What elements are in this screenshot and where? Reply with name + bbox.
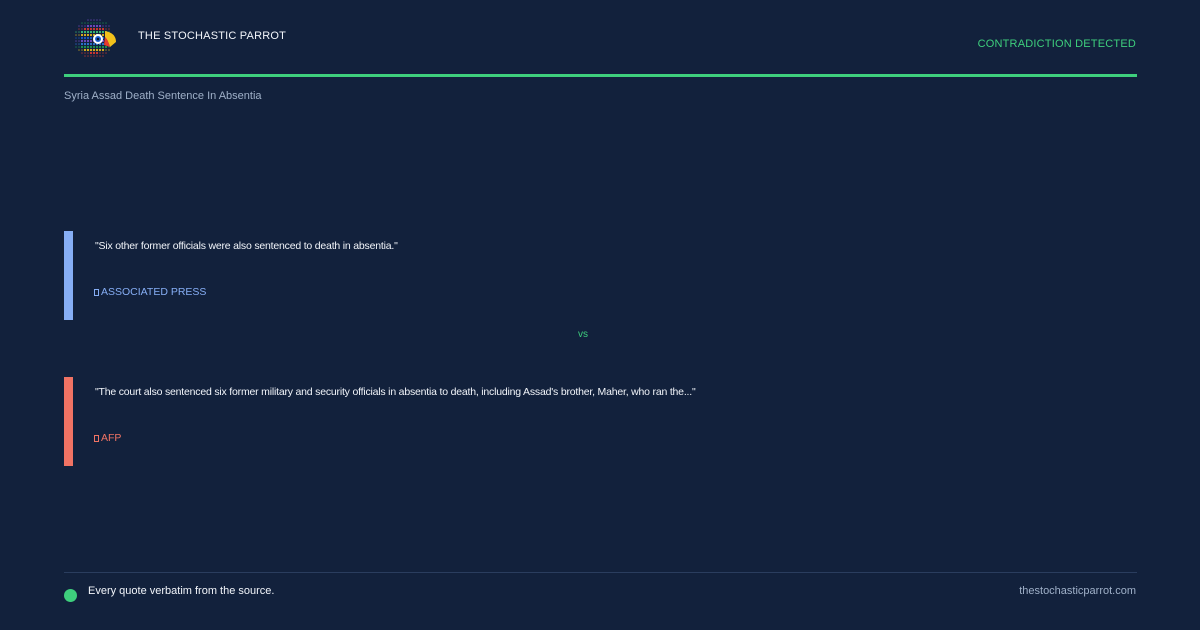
quote-source-label: AFP bbox=[101, 432, 122, 444]
source-icon bbox=[94, 289, 99, 296]
footer-note: Every quote verbatim from the source. bbox=[88, 585, 275, 597]
source-icon bbox=[94, 435, 99, 442]
header-divider bbox=[64, 74, 1137, 77]
footer-divider bbox=[64, 572, 1137, 573]
parrot-logo-icon bbox=[70, 17, 118, 61]
status-dot-icon bbox=[64, 589, 77, 602]
quote-text: "The court also sentenced six former mil… bbox=[95, 386, 696, 398]
quote-source: ASSOCIATED PRESS bbox=[94, 286, 206, 298]
contradiction-status: CONTRADICTION DETECTED bbox=[977, 38, 1136, 50]
brand-name: THE STOCHASTIC PARROT bbox=[138, 30, 287, 42]
story-topic: Syria Assad Death Sentence In Absentia bbox=[64, 90, 262, 102]
footer-site-link[interactable]: thestochasticparrot.com bbox=[1019, 585, 1136, 597]
vs-label: vs bbox=[578, 329, 588, 340]
quote-source-label: ASSOCIATED PRESS bbox=[101, 286, 207, 298]
quote-accent-bar bbox=[64, 231, 73, 320]
quote-accent-bar bbox=[64, 377, 73, 466]
quote-text: "Six other former officials were also se… bbox=[95, 240, 398, 252]
quote-card-associated-press: "Six other former officials were also se… bbox=[64, 231, 864, 320]
quote-source: AFP bbox=[94, 432, 121, 444]
quote-card-afp: "The court also sentenced six former mil… bbox=[64, 377, 864, 466]
